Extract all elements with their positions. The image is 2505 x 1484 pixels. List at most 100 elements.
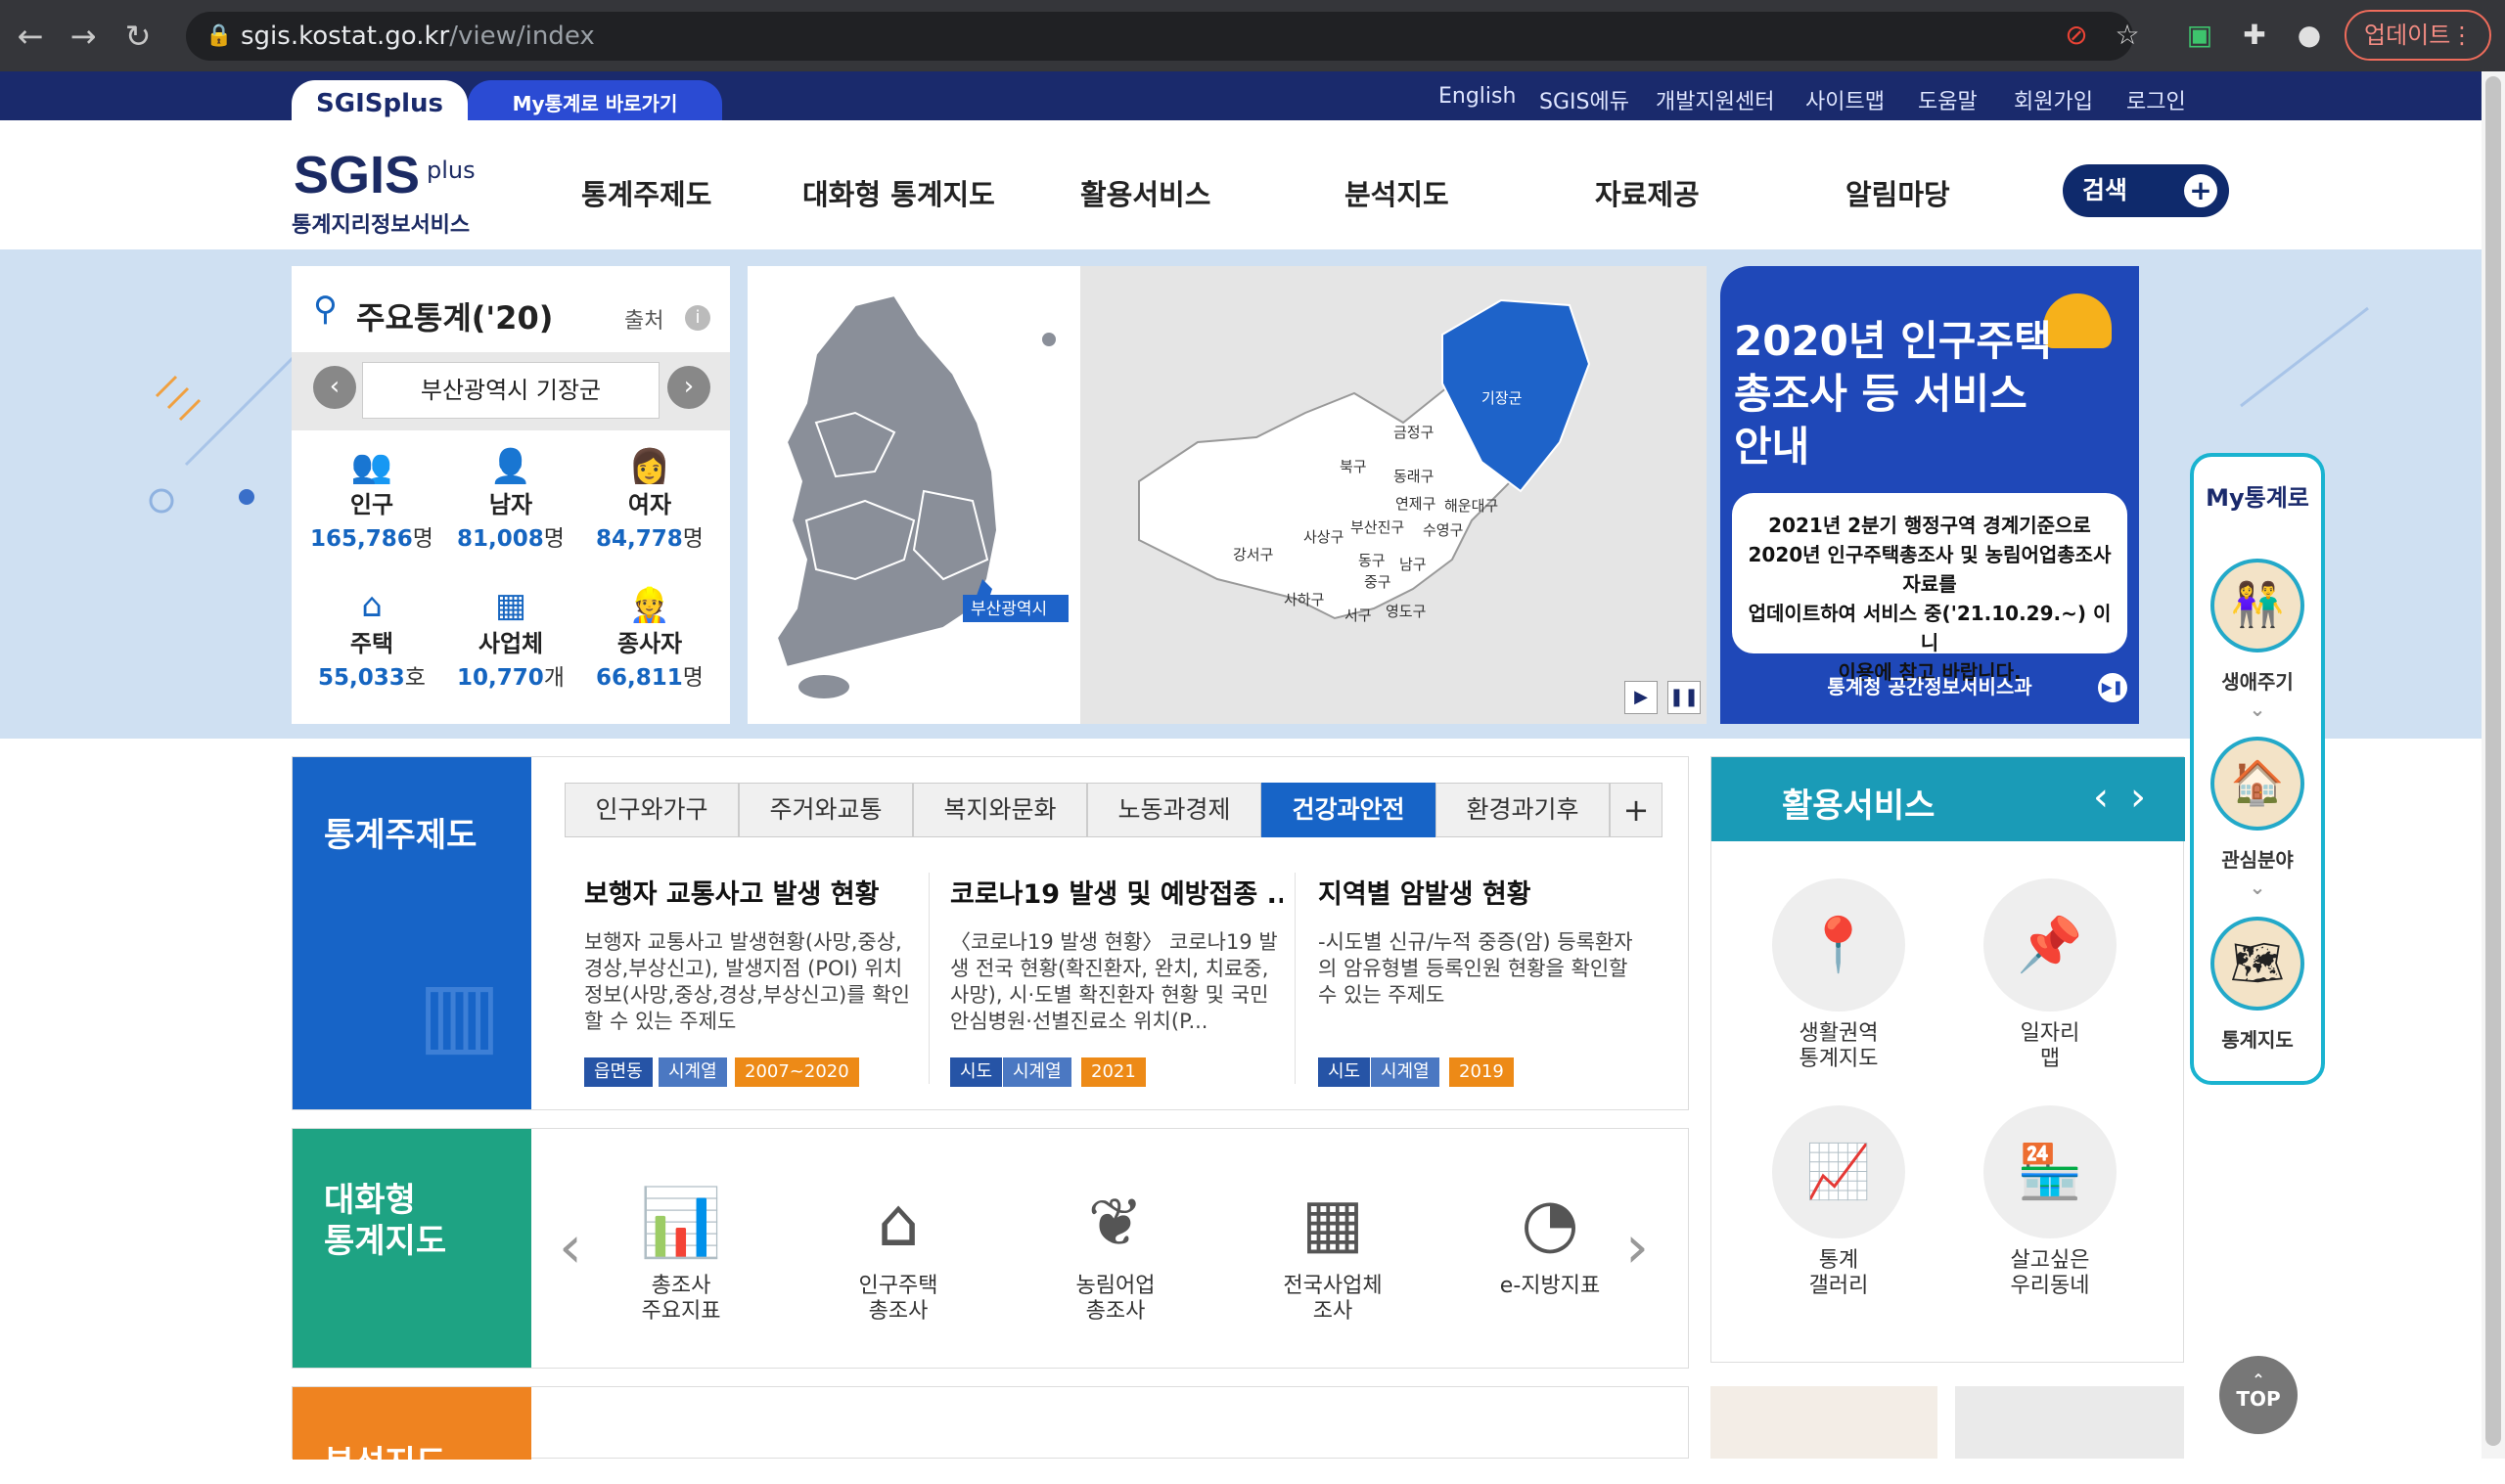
info-icon[interactable]: i — [685, 305, 710, 331]
scroll-top-button[interactable]: ⌃ TOP — [2219, 1356, 2298, 1434]
link-sitemap[interactable]: 사이트맵 — [1805, 84, 1885, 115]
card-title[interactable]: 코로나19 발생 및 예방접종 ... — [950, 873, 1283, 911]
service-job-map[interactable]: 📌 일자리 맵 — [1981, 878, 2118, 1072]
profile-icon[interactable]: ● — [2288, 14, 2331, 57]
notice-title: 2020년 인구주택총조사 등 서비스 안내 — [1734, 317, 2052, 471]
menu-stat-theme-map[interactable]: 통계주제도 — [581, 172, 711, 213]
service-living-area-map[interactable]: 📍 생활권역 통계지도 — [1770, 878, 1907, 1072]
presentation-icon: 📈 — [1772, 1105, 1905, 1238]
menu-services[interactable]: 활용서비스 — [1080, 172, 1210, 213]
stat-housing: ⌂ 주택 55,033호 — [303, 587, 440, 692]
blocked-location-icon[interactable]: ⊘ — [2055, 14, 2098, 57]
tab-environment[interactable]: 환경과기후 — [1435, 783, 1610, 837]
site-logo[interactable]: SGIS — [294, 145, 420, 205]
my-item-lifecycle[interactable]: 생애주기 — [2194, 666, 2321, 695]
link-signup[interactable]: 회원가입 — [2014, 84, 2093, 115]
menu-interactive-map[interactable]: 대화형 통계지도 — [802, 172, 995, 213]
district-saha[interactable]: 사하구 — [1284, 591, 1324, 608]
link-dev-center[interactable]: 개발지원센터 — [1656, 84, 1774, 115]
district-gangseo[interactable]: 강서구 — [1233, 546, 1273, 563]
link-login[interactable]: 로그인 — [2126, 84, 2186, 115]
district-geumjeong[interactable]: 금정구 — [1393, 424, 1434, 441]
card-title[interactable]: 보행자 교통사고 발생 현황 — [584, 873, 917, 911]
stat-map-icon[interactable]: 🗺 — [2210, 917, 2304, 1011]
district-dongnae[interactable]: 동래구 — [1393, 468, 1434, 485]
tag-level: 시도 — [1318, 1057, 1371, 1087]
district-sasang[interactable]: 사상구 — [1303, 528, 1344, 546]
my-item-interest[interactable]: 관심분야 — [2194, 844, 2321, 873]
lifecycle-icon[interactable]: 👫 — [2210, 559, 2304, 652]
worker-icon: 👷 — [628, 586, 671, 625]
service-gallery[interactable]: 📈 통계 갤러리 — [1770, 1105, 1907, 1299]
puzzle-icon[interactable]: ✚ — [2233, 14, 2276, 57]
extension-icon[interactable]: ▣ — [2178, 14, 2221, 57]
bottom-card[interactable] — [1955, 1386, 2184, 1459]
card-title[interactable]: 지역별 암발생 현황 — [1318, 873, 1651, 911]
theme-section-title: 통계주제도 ▥ — [293, 757, 531, 1109]
district-gijang[interactable]: 기장군 — [1481, 389, 1523, 407]
map-pins-icon: 📍 — [1772, 878, 1905, 1012]
back-icon[interactable]: ← — [8, 14, 53, 59]
prev-arrow-icon[interactable]: ‹ — [559, 1213, 582, 1282]
item-label: 농림어업 — [1075, 1274, 1156, 1298]
interest-icon[interactable]: 🏠 — [2210, 737, 2304, 831]
prev-region-button[interactable]: ‹ — [313, 366, 356, 409]
menu-notice[interactable]: 알림마당 — [1845, 172, 1950, 213]
search-button[interactable]: 검색 + — [2063, 164, 2229, 217]
update-button[interactable]: 업데이트 ⋮ — [2345, 10, 2491, 61]
stat-business: ▦ 사업체 10,770개 — [442, 587, 579, 692]
link-english[interactable]: English — [1438, 84, 1516, 109]
tab-population[interactable]: 인구와가구 — [565, 783, 739, 837]
notice-line: 2020년 인구주택총조사 및 농림어업총조사 자료를 — [1748, 543, 2112, 596]
interactive-title-line: 통계지도 — [324, 1222, 447, 1261]
tab-welfare[interactable]: 복지와문화 — [913, 783, 1087, 837]
tab-health-safety[interactable]: 건강과안전 — [1261, 783, 1435, 837]
tab-labor[interactable]: 노동과경제 — [1087, 783, 1261, 837]
link-help[interactable]: 도움말 — [1918, 84, 1978, 115]
forward-icon[interactable]: → — [61, 14, 106, 59]
service-label: 맵 — [2039, 1047, 2061, 1071]
reload-icon[interactable]: ↻ — [115, 14, 160, 59]
address-bar[interactable]: 🔒 sgis.kostat.go.kr/view/index — [186, 12, 2133, 61]
services-next-icon[interactable]: › — [2130, 775, 2146, 820]
stat-label: 종사자 — [616, 630, 683, 657]
district-seo[interactable]: 서구 — [1344, 607, 1372, 624]
my-item-stat-map[interactable]: 통계지도 — [2194, 1024, 2321, 1053]
region-name[interactable]: 부산광역시 기장군 — [362, 362, 660, 419]
district-buk[interactable]: 북구 — [1340, 458, 1367, 475]
district-dong[interactable]: 동구 — [1358, 552, 1386, 569]
play-pause-icon[interactable]: ▶❚ — [2098, 673, 2127, 702]
bottom-card[interactable] — [1710, 1386, 1937, 1459]
scrollbar-thumb[interactable] — [2485, 76, 2501, 1446]
district-yeonje[interactable]: 연제구 — [1395, 495, 1435, 513]
pause-icon[interactable]: ❚❚ — [1667, 681, 1701, 714]
district-jung[interactable]: 중구 — [1364, 573, 1391, 591]
services-prev-icon[interactable]: ‹ — [2093, 775, 2109, 820]
interactive-item[interactable]: ⌂ 인구주택 총조사 — [815, 1180, 981, 1325]
service-neighborhood[interactable]: 🏪 살고싶은 우리동네 — [1981, 1105, 2118, 1299]
next-region-button[interactable]: › — [667, 366, 710, 409]
busan-district-map: 기장군 금정구 북구 동래구 연제구 해운대구 부산진구 수영구 사상구 강서구… — [1080, 266, 1707, 724]
search-label: 검색 — [2082, 176, 2128, 204]
tag-timeseries: 시계열 — [1371, 1057, 1439, 1087]
tab-housing[interactable]: 주거와교통 — [739, 783, 913, 837]
menu-analysis-map[interactable]: 분석지도 — [1344, 172, 1449, 213]
link-sgis-edu[interactable]: SGIS에듀 — [1539, 84, 1629, 115]
next-arrow-icon[interactable]: › — [1625, 1213, 1649, 1282]
korea-map[interactable]: 부산광역시 — [748, 266, 1080, 724]
play-icon[interactable]: ▶ — [1624, 681, 1658, 714]
district-busanjin[interactable]: 부산진구 — [1350, 518, 1404, 536]
district-suyeong[interactable]: 수영구 — [1423, 521, 1463, 539]
district-yeongdo[interactable]: 영도구 — [1386, 603, 1426, 620]
district-haeundae[interactable]: 해운대구 — [1444, 497, 1498, 515]
interactive-item[interactable]: ◔ e-지방지표 — [1467, 1180, 1633, 1299]
interactive-item[interactable]: ▦ 전국사업체 조사 — [1250, 1180, 1416, 1325]
district-nam[interactable]: 남구 — [1399, 556, 1427, 573]
interactive-item[interactable]: 📊 총조사 주요지표 — [598, 1180, 764, 1325]
analysis-section-title: 분석지도 — [293, 1387, 531, 1483]
notice-banner[interactable]: 2020년 인구주택총조사 등 서비스 안내 2021년 2분기 행정구역 경계… — [1720, 266, 2139, 724]
bookmark-star-icon[interactable]: ☆ — [2106, 14, 2149, 57]
menu-data[interactable]: 자료제공 — [1595, 172, 1700, 213]
add-tab-button[interactable]: + — [1610, 783, 1662, 837]
interactive-item[interactable]: ❦ 농림어업 총조사 — [1032, 1180, 1199, 1325]
